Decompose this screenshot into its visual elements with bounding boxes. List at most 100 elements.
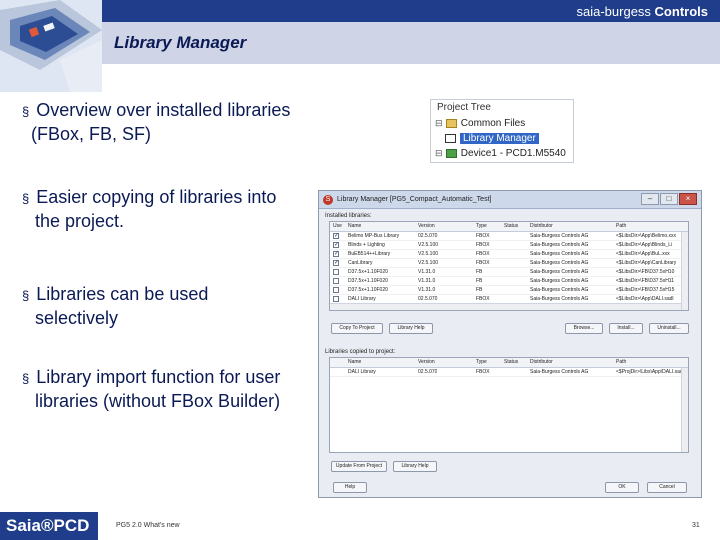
install-button[interactable]: Install... — [609, 323, 643, 334]
column-header-path[interactable]: Path — [616, 359, 626, 365]
bullet-selective: § Libraries can be used selectively — [22, 283, 208, 330]
cell-version: V2.5.100 — [418, 260, 439, 266]
use-checkbox[interactable]: ✓ — [333, 260, 339, 266]
column-header-distributor[interactable]: Distributor — [530, 359, 553, 365]
cell-distributor: Saia-Burgess Controls AG — [530, 233, 589, 239]
use-checkbox[interactable] — [333, 296, 339, 302]
table-row[interactable]: ✓ BuEB514++Library V2.5.100 FBOX Saia-Burges… — [330, 250, 688, 259]
column-header-status[interactable]: Status — [504, 359, 518, 365]
column-header-use[interactable]: Use — [333, 223, 342, 229]
table-row[interactable]: ✓ Belimo MP-Bus Library 02.5.070 FBOX Saia-B… — [330, 232, 688, 241]
cell-name: Belimo MP-Bus Library — [348, 233, 400, 239]
cell-path: <$LibsDir>\FB\D37.5xH15 — [616, 287, 675, 293]
brand-regular: saia-burgess — [576, 4, 655, 19]
cell-path: <$LibsDir>\App\DALI.sadl — [616, 296, 674, 302]
browse-button[interactable]: Browse... — [565, 323, 603, 334]
cell-name: D37.5x+1.10F020 — [348, 269, 388, 275]
cell-distributor: Saia-Burgess Controls AG — [530, 251, 589, 257]
project-tree-panel: Project Tree ⊟ Common Files Library Mana… — [430, 99, 574, 163]
page-title: Library Manager — [114, 33, 247, 52]
table-row[interactable]: D37.5x+1.10F020 V1.31.0 FB Saia-Burgess Con… — [330, 277, 688, 286]
tree-item-device1[interactable]: ⊟ Device1 - PCD1.M5540 — [435, 148, 566, 161]
installed-rows: ✓ Belimo MP-Bus Library 02.5.070 FBOX Saia-B… — [330, 232, 688, 304]
column-header-version[interactable]: Version — [418, 359, 435, 365]
cell-name: CanLibrary — [348, 260, 373, 266]
table-row[interactable]: D37.5x+1.10F020 V1.31.0 FB Saia-Burgess Con… — [330, 268, 688, 277]
cell-path: <$LibsDir>\App\BuL.xxx — [616, 251, 670, 257]
use-checkbox[interactable]: ✓ — [333, 233, 339, 239]
bullet-text: Easier copying of libraries into — [36, 187, 277, 207]
vertical-scrollbar[interactable] — [681, 232, 688, 310]
help-button[interactable]: Help — [333, 482, 367, 493]
copied-libraries-table: Name Version Type Status Distributor Pat… — [329, 357, 689, 453]
device-icon — [445, 148, 457, 158]
bullet-marker: § — [22, 191, 30, 206]
bullet-text: Overview over installed libraries — [36, 100, 291, 120]
copied-libraries-label: Libraries copied to project: — [325, 349, 396, 355]
expander-icon[interactable]: ⊟ — [435, 148, 443, 159]
copy-to-project-button[interactable]: Copy To Project — [331, 323, 383, 334]
table-row[interactable]: D37.5x+1.10F020 V1.31.0 FB Saia-Burgess Con… — [330, 286, 688, 295]
table-header: Name Version Type Status Distributor Pat… — [330, 358, 688, 368]
library-help-button-2[interactable]: Library Help — [393, 461, 437, 472]
tree-item-common-files[interactable]: ⊟ Common Files — [435, 118, 525, 131]
brand-text: saia-burgess Controls — [577, 4, 709, 19]
project-tree-title: Project Tree — [437, 102, 491, 113]
column-header-path[interactable]: Path — [616, 223, 626, 229]
cell-path: <$LibsDir>\App\Blinds_Li — [616, 242, 673, 248]
cell-distributor: Saia-Burgess Controls AG — [530, 278, 589, 284]
table-row[interactable]: ✓ Blinds + Lighting V2.5.100 FBOX Saia-Burge… — [330, 241, 688, 250]
cell-path: <$LibsDir>\FB\D37.5xH11 — [616, 278, 674, 284]
column-header-name[interactable]: Name — [348, 359, 361, 365]
bullet-text: (FBox, FB, SF) — [31, 124, 152, 144]
use-checkbox[interactable] — [333, 287, 339, 293]
table-row[interactable]: ✓ CanLibrary V2.5.100 FBOX Saia-Burgess Cont… — [330, 259, 688, 268]
minimize-button[interactable]: – — [641, 193, 659, 205]
cell-version: V1.31.0 — [418, 269, 436, 275]
cell-type: FBOX — [476, 251, 490, 257]
cell-version: 02.5.070 — [418, 233, 438, 239]
cell-name: DALI Library — [348, 369, 376, 375]
vertical-scrollbar[interactable] — [681, 368, 688, 452]
cell-version: 02.5.070 — [418, 296, 438, 302]
library-help-button[interactable]: Library Help — [389, 323, 433, 334]
maximize-button[interactable]: □ — [660, 193, 678, 205]
use-checkbox[interactable] — [333, 278, 339, 284]
cell-name: Blinds + Lighting — [348, 242, 385, 248]
tree-item-library-manager[interactable]: Library Manager — [445, 133, 539, 146]
cell-type: FBOX — [476, 242, 490, 248]
cell-version: V2.5.100 — [418, 242, 439, 248]
cell-path: <$LibsDir>\App\Belimo.xxx — [616, 233, 677, 239]
column-header-type[interactable]: Type — [476, 223, 487, 229]
app-icon: S — [323, 195, 333, 205]
bullet-text: Libraries can be used — [36, 284, 209, 304]
use-checkbox[interactable]: ✓ — [333, 242, 339, 248]
uninstall-button[interactable]: Uninstall... — [649, 323, 689, 334]
ok-button[interactable]: OK — [605, 482, 639, 493]
bullet-copying: § Easier copying of libraries into the p… — [22, 186, 276, 233]
use-checkbox[interactable]: ✓ — [333, 251, 339, 257]
horizontal-scrollbar[interactable] — [330, 303, 681, 310]
cancel-button[interactable]: Cancel — [647, 482, 687, 493]
cell-type: FB — [476, 287, 483, 293]
brand-bold: Controls — [654, 4, 708, 19]
column-header-type[interactable]: Type — [476, 359, 487, 365]
close-button[interactable]: × — [679, 193, 697, 205]
tree-item-label: Common Files — [460, 118, 526, 129]
column-header-status[interactable]: Status — [504, 223, 518, 229]
installed-libraries-label: Installed libraries: — [325, 213, 372, 219]
column-header-name[interactable]: Name — [348, 223, 361, 229]
table-row[interactable]: DALI Library 02.5.070 FBOX Saia-Burgess … — [330, 368, 688, 377]
cell-path: <$LibsDir>\App\CanLibrary — [616, 260, 677, 266]
update-from-project-button[interactable]: Update From Project — [331, 461, 387, 472]
tree-item-label: Device1 - PCD1.M5540 — [460, 148, 566, 159]
column-header-version[interactable]: Version — [418, 223, 435, 229]
cell-type: FB — [476, 269, 483, 275]
cell-distributor: Saia-Burgess Controls AG — [530, 369, 589, 375]
expander-icon[interactable]: ⊟ — [435, 118, 443, 129]
use-checkbox[interactable] — [333, 269, 339, 275]
slide: saia-burgess Controls Library Manager § … — [0, 0, 720, 540]
column-header-distributor[interactable]: Distributor — [530, 223, 553, 229]
table-header: Use Name Version Type Status Distributor… — [330, 222, 688, 232]
page-number: 31 — [692, 522, 700, 529]
